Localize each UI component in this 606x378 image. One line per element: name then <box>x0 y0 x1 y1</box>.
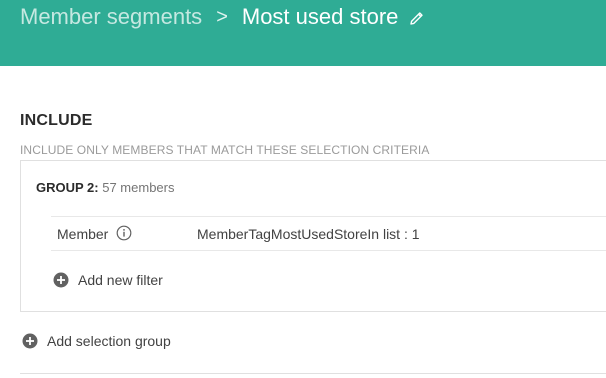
add-new-filter-button[interactable]: Add new filter <box>53 272 163 288</box>
info-icon[interactable] <box>116 225 132 241</box>
add-selection-group-button[interactable]: Add selection group <box>22 333 171 349</box>
group-label: GROUP 2: <box>36 180 99 195</box>
group-member-count: 57 members <box>102 180 175 195</box>
add-new-filter-label: Add new filter <box>78 272 163 288</box>
pencil-icon[interactable] <box>410 11 424 25</box>
breadcrumb-separator: > <box>216 5 228 28</box>
include-description: INCLUDE ONLY MEMBERS THAT MATCH THESE SE… <box>20 143 430 157</box>
breadcrumb-member-segments[interactable]: Member segments <box>20 4 202 30</box>
add-circle-icon <box>53 272 69 288</box>
group-header: GROUP 2: 57 members <box>36 180 174 195</box>
divider <box>20 373 606 374</box>
filter-field-label: Member <box>57 226 109 242</box>
selection-group: GROUP 2: 57 members Member MemberTagMost… <box>20 160 606 312</box>
filter-value: MemberTagMostUsedStoreIn list : 1 <box>197 226 420 242</box>
add-selection-group-label: Add selection group <box>47 333 171 349</box>
page-title: Most used store <box>241 4 399 29</box>
filter-row[interactable]: Member MemberTagMostUsedStoreIn list : 1 <box>51 216 606 251</box>
header-bar: Member segments > Most used store <box>0 0 606 66</box>
include-heading: INCLUDE <box>20 112 93 129</box>
add-circle-icon <box>22 333 38 349</box>
breadcrumb: Member segments > Most used store <box>20 4 424 30</box>
